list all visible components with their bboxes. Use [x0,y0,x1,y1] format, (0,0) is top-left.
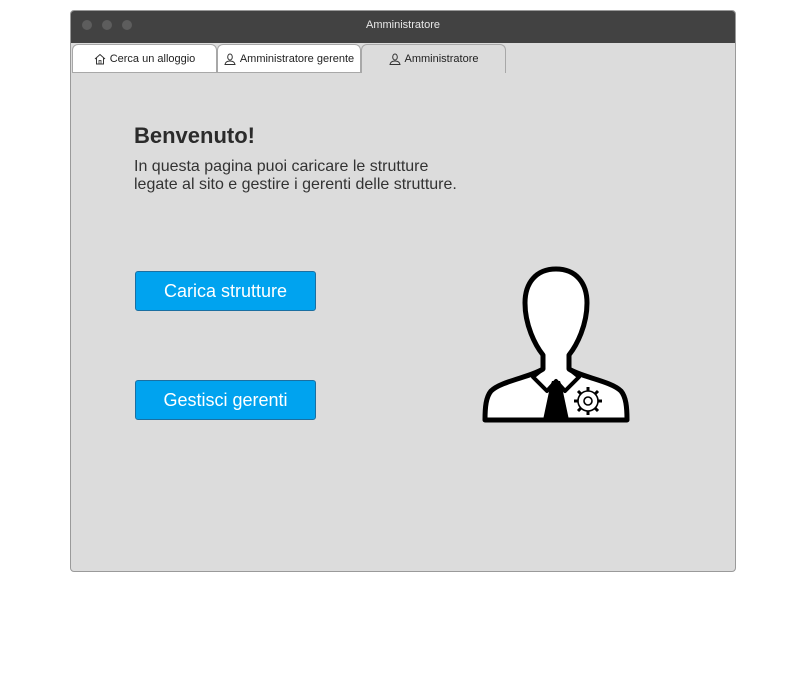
description-line: In questa pagina puoi caricare le strutt… [134,158,429,175]
tab-amministratore-gerente[interactable]: Amministratore gerente [217,44,361,73]
user-icon [224,53,236,65]
page-description: In questa pagina puoi caricare le strutt… [134,158,494,194]
tab-cerca-alloggio[interactable]: Cerca un alloggio [72,44,217,73]
title-bar: Amministratore [71,11,735,43]
admin-user-gear-icon [481,263,631,428]
window-title: Amministratore [366,19,440,31]
home-icon [94,53,106,65]
tab-label: Cerca un alloggio [109,52,196,65]
app-window: Amministratore Cerca un alloggio Amminis… [70,10,736,572]
user-icon [388,53,401,65]
gestisci-gerenti-button[interactable]: Gestisci gerenti [135,380,316,420]
tab-label: Amministratore [404,53,479,65]
tab-amministratore[interactable]: Amministratore [361,44,506,73]
welcome-heading: Benvenuto! [134,123,255,148]
tab-label: Amministratore gerente [239,52,355,65]
description-line: legate al sito e gestire i gerenti delle… [134,176,457,193]
carica-strutture-button[interactable]: Carica strutture [135,271,316,311]
